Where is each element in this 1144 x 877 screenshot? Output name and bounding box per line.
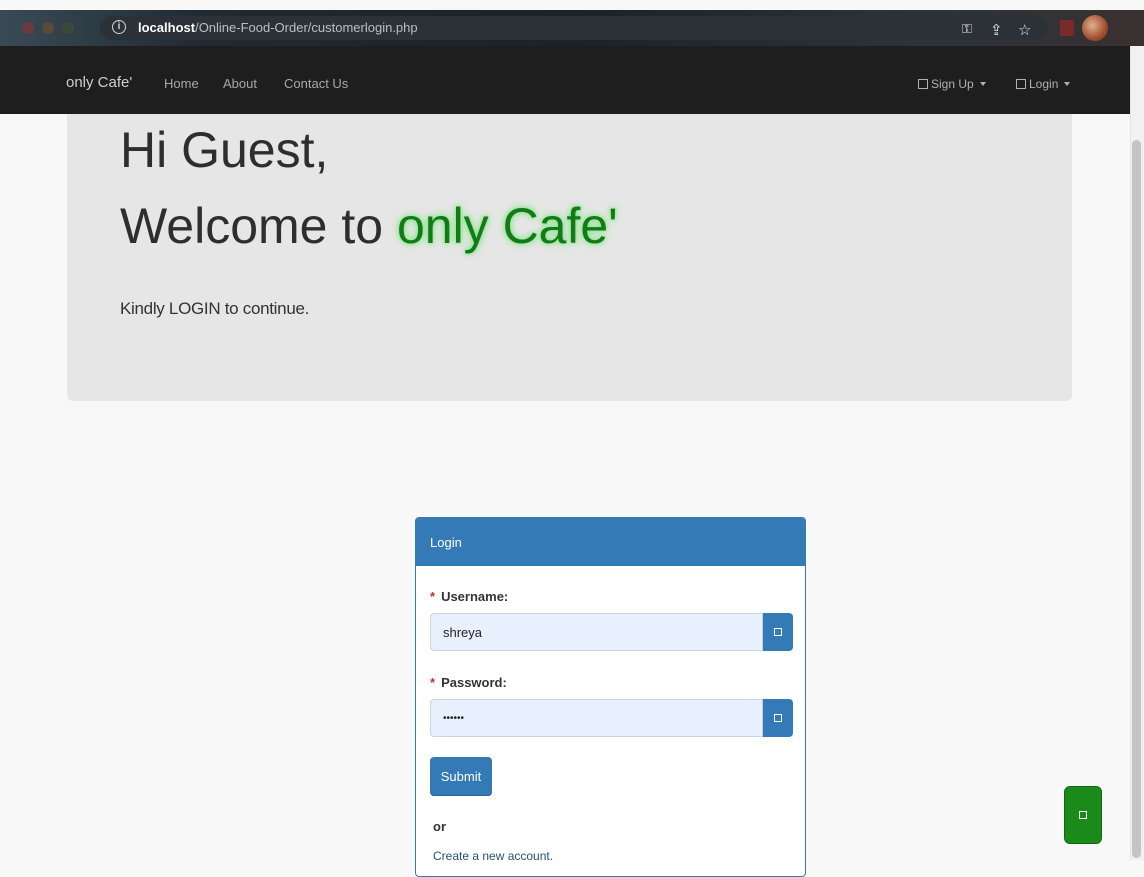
site-info-icon[interactable]: i	[112, 20, 126, 34]
chat-icon	[1079, 811, 1087, 819]
caret-down-icon	[1064, 82, 1071, 86]
or-separator: or	[433, 819, 446, 834]
login-icon	[1016, 79, 1026, 89]
nav-link-contact[interactable]: Contact Us	[284, 76, 348, 91]
required-asterisk: *	[430, 589, 436, 604]
signup-dropdown[interactable]: Sign Up	[918, 77, 986, 91]
browser-toolbar: i localhost/Online-Food-Order/customerlo…	[0, 10, 1144, 46]
url-path: /Online-Food-Order/customerlogin.php	[195, 20, 418, 35]
username-label: * Username:	[430, 589, 508, 604]
welcome-jumbotron: Hi Guest, Welcome to only Cafe' Kindly L…	[67, 114, 1072, 401]
signup-label: Sign Up	[931, 77, 974, 91]
close-window-icon[interactable]	[22, 22, 34, 34]
login-heading-text: Login	[430, 535, 462, 550]
username-input[interactable]: shreya	[430, 613, 763, 651]
bookmark-star-icon[interactable]: ☆	[1018, 21, 1031, 39]
required-asterisk: *	[430, 675, 436, 690]
minimize-window-icon[interactable]	[42, 22, 54, 34]
password-label-text: Password:	[441, 675, 507, 690]
login-label: Login	[1029, 77, 1059, 91]
hero-brand: only Cafe'	[396, 198, 618, 254]
caret-down-icon	[979, 82, 986, 86]
nav-link-home[interactable]: Home	[164, 76, 199, 91]
user-icon	[918, 79, 928, 89]
nav-link-about[interactable]: About	[223, 76, 257, 91]
extension-icon[interactable]	[1060, 20, 1074, 36]
lock-icon	[774, 714, 782, 722]
hero-subtitle: Kindly LOGIN to continue.	[120, 299, 310, 318]
url-host: localhost	[138, 20, 196, 35]
submit-button[interactable]: Submit	[430, 757, 492, 796]
create-account-link[interactable]: Create a new account.	[433, 849, 553, 863]
url-text[interactable]: localhost/Online-Food-Order/customerlogi…	[138, 20, 418, 35]
address-bar[interactable]: i localhost/Online-Food-Order/customerlo…	[100, 16, 1048, 40]
login-panel-heading: Login	[416, 518, 805, 566]
navbar-brand[interactable]: only Cafe'	[66, 74, 132, 91]
password-addon	[763, 699, 793, 737]
key-icon[interactable]: ⚿	[962, 21, 972, 37]
username-addon	[763, 613, 793, 651]
hero-greeting: Hi Guest,	[120, 122, 329, 178]
hero-welcome-prefix: Welcome to	[120, 198, 397, 254]
floating-chat-button[interactable]	[1064, 786, 1102, 844]
username-label-text: Username:	[441, 589, 509, 604]
login-dropdown[interactable]: Login	[1016, 77, 1071, 91]
password-input[interactable]: ••••••	[430, 699, 763, 737]
top-navbar: only Cafe' Home About Contact Us Sign Up…	[0, 46, 1130, 114]
scrollbar-thumb[interactable]	[1132, 140, 1141, 858]
password-label: * Password:	[430, 675, 507, 690]
password-input-group: ••••••	[430, 699, 793, 737]
hero-welcome: Welcome to only Cafe'	[120, 198, 618, 254]
user-icon	[774, 628, 782, 636]
login-panel: Login * Username: shreya * Password: •••••…	[415, 517, 806, 877]
username-input-group: shreya	[430, 613, 793, 651]
share-icon[interactable]: ⇪	[990, 21, 1003, 39]
profile-avatar[interactable]	[1082, 15, 1108, 41]
maximize-window-icon[interactable]	[62, 22, 74, 34]
